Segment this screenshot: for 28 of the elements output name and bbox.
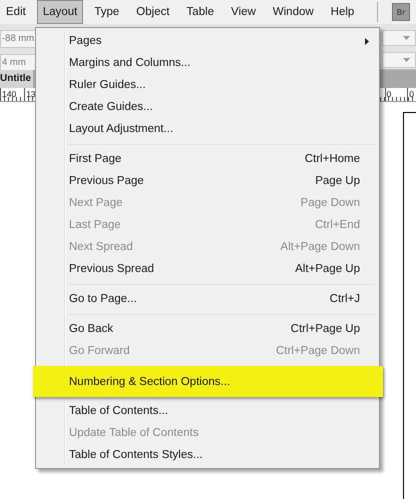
menu-item[interactable]: Go to Page... Ctrl+J [36,288,379,310]
ruler-label: 0 [384,88,394,101]
ruler-label: 0 [407,88,416,101]
menu-bar-item[interactable]: View [225,0,262,24]
dropdown-arrow-icon [403,36,410,40]
menu-item[interactable]: Table of Contents... [36,400,379,422]
menu-item[interactable]: Previous Page Page Up [36,170,379,192]
menu-item[interactable]: First Page Ctrl+Home [36,148,379,170]
menu-item[interactable]: Layout Adjustment... [36,118,379,140]
dropdown-arrow-icon [403,58,410,62]
document-tab[interactable]: Untitle [0,70,34,88]
menu-item[interactable]: Numbering & Section Options... [33,366,383,397]
menu-bar-item[interactable]: Help [324,0,360,24]
menu-bar-item[interactable]: Layout [36,0,84,24]
menu-item[interactable]: Table of Contents Styles... [36,444,379,466]
menu-bar-item[interactable]: Edit [0,0,32,24]
menu-bar-item[interactable]: Table [180,0,220,24]
menu-bar-item[interactable]: Window [266,0,320,24]
dropdown-field[interactable] [382,52,416,68]
menu-item[interactable]: Previous Spread Alt+Page Up [36,258,379,280]
ruler-label: 140 [0,88,18,101]
menu-item[interactable]: Create Guides... [36,96,379,118]
dropdown-field[interactable] [382,30,416,46]
menu-item[interactable]: Ruler Guides... [36,74,379,96]
menu-bar-item[interactable]: Type [88,0,126,24]
menu-item[interactable]: Go Back Ctrl+Page Up [36,318,379,340]
menu-bar-item[interactable]: Object [130,0,176,24]
bridge-button[interactable]: Br [392,3,410,21]
